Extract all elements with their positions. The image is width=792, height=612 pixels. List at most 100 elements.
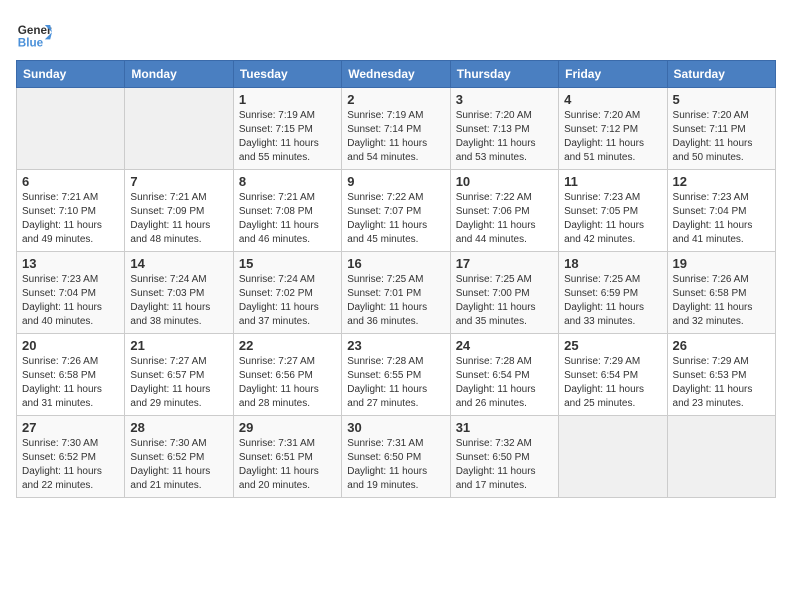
day-info: Sunrise: 7:22 AM Sunset: 7:06 PM Dayligh…	[456, 191, 553, 247]
day-info: Sunrise: 7:19 AM Sunset: 7:15 PM Dayligh…	[239, 109, 336, 165]
calendar-cell: 23Sunrise: 7:28 AM Sunset: 6:55 PM Dayli…	[342, 334, 450, 416]
calendar-week-4: 20 Sunrise: 7:26 AM Sunset: 6:58 PM Dayli…	[17, 334, 776, 416]
day-number: 26	[673, 338, 770, 353]
calendar-cell	[559, 416, 667, 498]
day-info: Sunrise: 7:28 AM Sunset: 6:54 PM Dayligh…	[456, 355, 553, 411]
day-info: Sunrise: 7:24 AM Sunset: 7:03 PM Dayligh…	[130, 273, 227, 329]
day-info: Sunrise: 7:22 AM Sunset: 7:07 PM Dayligh…	[347, 191, 444, 247]
calendar-week-5: 27 Sunrise: 7:30 AM Sunset: 6:52 PM Dayli…	[17, 416, 776, 498]
calendar-cell: 22 Sunrise: 7:27 AM Sunset: 6:56 PM Dayli…	[233, 334, 341, 416]
day-info: Sunrise: 7:20 AM Sunset: 7:11 PM Dayligh…	[673, 109, 770, 165]
calendar-cell: 24 Sunrise: 7:28 AM Sunset: 6:54 PM Dayli…	[450, 334, 558, 416]
day-info: Sunrise: 7:23 AM Sunset: 7:04 PM Dayligh…	[673, 191, 770, 247]
logo-icon: General Blue	[16, 16, 52, 52]
calendar-cell: 16 Sunrise: 7:25 AM Sunset: 7:01 PM Dayli…	[342, 252, 450, 334]
calendar-cell	[125, 88, 233, 170]
day-header-thursday: Thursday	[450, 61, 558, 88]
calendar-cell: 27 Sunrise: 7:30 AM Sunset: 6:52 PM Dayli…	[17, 416, 125, 498]
day-number: 4	[564, 92, 661, 107]
calendar-cell: 4Sunrise: 7:20 AM Sunset: 7:12 PM Daylig…	[559, 88, 667, 170]
calendar-cell: 15 Sunrise: 7:24 AM Sunset: 7:02 PM Dayli…	[233, 252, 341, 334]
calendar-cell: 21 Sunrise: 7:27 AM Sunset: 6:57 PM Dayli…	[125, 334, 233, 416]
calendar-cell: 19 Sunrise: 7:26 AM Sunset: 6:58 PM Dayli…	[667, 252, 775, 334]
calendar-cell: 5 Sunrise: 7:20 AM Sunset: 7:11 PM Daylig…	[667, 88, 775, 170]
calendar-cell: 1 Sunrise: 7:19 AM Sunset: 7:15 PM Daylig…	[233, 88, 341, 170]
day-number: 20	[22, 338, 119, 353]
day-number: 31	[456, 420, 553, 435]
day-header-sunday: Sunday	[17, 61, 125, 88]
day-info: Sunrise: 7:27 AM Sunset: 6:56 PM Dayligh…	[239, 355, 336, 411]
calendar-body: 1 Sunrise: 7:19 AM Sunset: 7:15 PM Daylig…	[17, 88, 776, 498]
page-header: General Blue	[16, 16, 776, 52]
day-number: 28	[130, 420, 227, 435]
day-info: Sunrise: 7:30 AM Sunset: 6:52 PM Dayligh…	[22, 437, 119, 493]
calendar-cell: 28 Sunrise: 7:30 AM Sunset: 6:52 PM Dayli…	[125, 416, 233, 498]
day-info: Sunrise: 7:27 AM Sunset: 6:57 PM Dayligh…	[130, 355, 227, 411]
day-info: Sunrise: 7:20 AM Sunset: 7:13 PM Dayligh…	[456, 109, 553, 165]
calendar-cell: 17Sunrise: 7:25 AM Sunset: 7:00 PM Dayli…	[450, 252, 558, 334]
day-number: 1	[239, 92, 336, 107]
day-info: Sunrise: 7:25 AM Sunset: 6:59 PM Dayligh…	[564, 273, 661, 329]
day-number: 12	[673, 174, 770, 189]
day-number: 21	[130, 338, 227, 353]
day-info: Sunrise: 7:25 AM Sunset: 7:00 PM Dayligh…	[456, 273, 553, 329]
calendar-cell: 3 Sunrise: 7:20 AM Sunset: 7:13 PM Daylig…	[450, 88, 558, 170]
day-info: Sunrise: 7:28 AM Sunset: 6:55 PM Dayligh…	[347, 355, 444, 411]
calendar-cell: 11 Sunrise: 7:23 AM Sunset: 7:05 PM Dayli…	[559, 170, 667, 252]
day-number: 24	[456, 338, 553, 353]
day-number: 22	[239, 338, 336, 353]
day-number: 11	[564, 174, 661, 189]
day-info: Sunrise: 7:29 AM Sunset: 6:53 PM Dayligh…	[673, 355, 770, 411]
svg-text:Blue: Blue	[18, 37, 44, 50]
day-number: 2	[347, 92, 444, 107]
calendar-table: SundayMondayTuesdayWednesdayThursdayFrid…	[16, 60, 776, 498]
calendar-cell	[667, 416, 775, 498]
day-number: 6	[22, 174, 119, 189]
day-number: 7	[130, 174, 227, 189]
calendar-cell: 26 Sunrise: 7:29 AM Sunset: 6:53 PM Dayli…	[667, 334, 775, 416]
day-info: Sunrise: 7:29 AM Sunset: 6:54 PM Dayligh…	[564, 355, 661, 411]
calendar-week-3: 13 Sunrise: 7:23 AM Sunset: 7:04 PM Dayli…	[17, 252, 776, 334]
calendar-cell: 20 Sunrise: 7:26 AM Sunset: 6:58 PM Dayli…	[17, 334, 125, 416]
day-number: 19	[673, 256, 770, 271]
day-number: 9	[347, 174, 444, 189]
day-info: Sunrise: 7:25 AM Sunset: 7:01 PM Dayligh…	[347, 273, 444, 329]
day-header-tuesday: Tuesday	[233, 61, 341, 88]
day-info: Sunrise: 7:21 AM Sunset: 7:10 PM Dayligh…	[22, 191, 119, 247]
day-info: Sunrise: 7:23 AM Sunset: 7:04 PM Dayligh…	[22, 273, 119, 329]
day-info: Sunrise: 7:21 AM Sunset: 7:08 PM Dayligh…	[239, 191, 336, 247]
day-info: Sunrise: 7:23 AM Sunset: 7:05 PM Dayligh…	[564, 191, 661, 247]
calendar-cell: 7 Sunrise: 7:21 AM Sunset: 7:09 PM Daylig…	[125, 170, 233, 252]
day-info: Sunrise: 7:19 AM Sunset: 7:14 PM Dayligh…	[347, 109, 444, 165]
calendar-header-row: SundayMondayTuesdayWednesdayThursdayFrid…	[17, 61, 776, 88]
day-number: 27	[22, 420, 119, 435]
day-number: 5	[673, 92, 770, 107]
day-header-friday: Friday	[559, 61, 667, 88]
day-number: 18	[564, 256, 661, 271]
day-info: Sunrise: 7:30 AM Sunset: 6:52 PM Dayligh…	[130, 437, 227, 493]
calendar-cell: 2 Sunrise: 7:19 AM Sunset: 7:14 PM Daylig…	[342, 88, 450, 170]
day-number: 15	[239, 256, 336, 271]
calendar-cell: 10Sunrise: 7:22 AM Sunset: 7:06 PM Dayli…	[450, 170, 558, 252]
day-number: 25	[564, 338, 661, 353]
day-info: Sunrise: 7:26 AM Sunset: 6:58 PM Dayligh…	[673, 273, 770, 329]
calendar-cell: 29Sunrise: 7:31 AM Sunset: 6:51 PM Dayli…	[233, 416, 341, 498]
calendar-cell: 31 Sunrise: 7:32 AM Sunset: 6:50 PM Dayli…	[450, 416, 558, 498]
calendar-cell: 6 Sunrise: 7:21 AM Sunset: 7:10 PM Daylig…	[17, 170, 125, 252]
day-number: 14	[130, 256, 227, 271]
calendar-cell: 18 Sunrise: 7:25 AM Sunset: 6:59 PM Dayli…	[559, 252, 667, 334]
calendar-week-2: 6 Sunrise: 7:21 AM Sunset: 7:10 PM Daylig…	[17, 170, 776, 252]
day-info: Sunrise: 7:31 AM Sunset: 6:50 PM Dayligh…	[347, 437, 444, 493]
day-number: 16	[347, 256, 444, 271]
day-number: 13	[22, 256, 119, 271]
day-info: Sunrise: 7:21 AM Sunset: 7:09 PM Dayligh…	[130, 191, 227, 247]
day-info: Sunrise: 7:32 AM Sunset: 6:50 PM Dayligh…	[456, 437, 553, 493]
calendar-cell: 30Sunrise: 7:31 AM Sunset: 6:50 PM Dayli…	[342, 416, 450, 498]
calendar-cell	[17, 88, 125, 170]
day-info: Sunrise: 7:24 AM Sunset: 7:02 PM Dayligh…	[239, 273, 336, 329]
calendar-week-1: 1 Sunrise: 7:19 AM Sunset: 7:15 PM Daylig…	[17, 88, 776, 170]
day-number: 3	[456, 92, 553, 107]
calendar-cell: 8Sunrise: 7:21 AM Sunset: 7:08 PM Daylig…	[233, 170, 341, 252]
day-header-wednesday: Wednesday	[342, 61, 450, 88]
day-info: Sunrise: 7:26 AM Sunset: 6:58 PM Dayligh…	[22, 355, 119, 411]
